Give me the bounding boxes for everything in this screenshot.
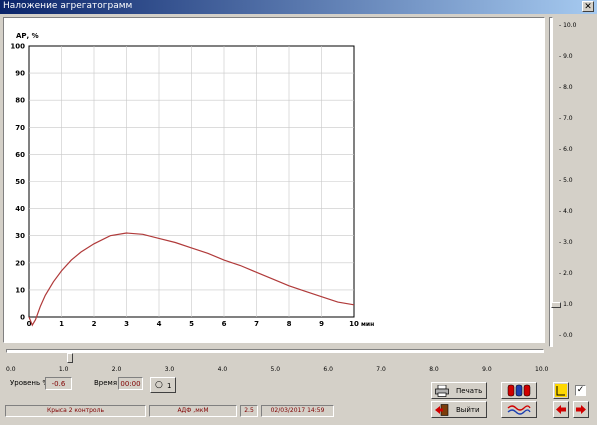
vertical-scale: - 10.0 - 9.0 - 8.0 - 7.0 - 6.0 - 5.0 - 4.0 - 3.… [549, 17, 595, 347]
y-tick-label: 30 [15, 232, 25, 240]
level-label: Уровень % [10, 379, 50, 387]
x-tick-label: 2 [92, 320, 97, 328]
x-axis-label: мин [361, 321, 374, 328]
y-axis-label: АР, % [16, 32, 39, 40]
y-tick-label: 100 [10, 43, 25, 51]
arrow-left-icon [556, 405, 566, 414]
horizontal-scale: 0.0 1.0 2.0 3.0 4.0 5.0 6.0 7.0 8.0 9.0 10.0 [0, 366, 597, 376]
vertical-scale-tick: - 2.0 [559, 270, 573, 277]
horizontal-scale-tick: 1.0 [58, 366, 69, 373]
vertical-scale-tick: - 6.0 [559, 146, 573, 153]
y-tick-label: 70 [15, 124, 25, 132]
horizontal-scale-tick: 5.0 [270, 366, 281, 373]
y-tick-label: 50 [15, 178, 25, 186]
status-reagent: АДФ ,мкМ [149, 405, 237, 417]
horizontal-scale-tick: 2.0 [111, 366, 122, 373]
vertical-scale-tick: - 7.0 [559, 115, 573, 122]
counter-label: 1 [167, 382, 172, 390]
waves-button[interactable] [501, 401, 537, 418]
x-tick-label: 7 [254, 320, 259, 328]
vertical-scale-tick: - 9.0 [559, 53, 573, 60]
status-subject: Крыса 2 контроль [5, 405, 146, 417]
y-tick-label: 60 [15, 151, 25, 159]
window-title: Наложение агрегатограмм [3, 1, 133, 11]
next-button[interactable] [573, 401, 589, 418]
marker-button[interactable] [553, 382, 569, 399]
options-checkbox[interactable]: ✓ [575, 385, 586, 396]
vertical-scale-tick: - 3.0 [559, 239, 573, 246]
vertical-scale-tick: - 5.0 [559, 177, 573, 184]
level-value: -0.6 [45, 377, 72, 390]
arrow-right-icon [576, 405, 586, 414]
vertical-scale-tick: - 8.0 [559, 84, 573, 91]
horizontal-scale-tick: 9.0 [482, 366, 492, 373]
vertical-scale-tick: - 4.0 [559, 208, 573, 215]
y-tick-label: 0 [20, 314, 25, 322]
horizontal-scale-tick: 10.0 [535, 366, 549, 373]
horizontal-scale-tick: 6.0 [323, 366, 333, 373]
horizontal-scale-tick: 8.0 [429, 366, 439, 373]
test-tubes-icon [507, 384, 531, 397]
counter-button[interactable]: ○ 1 [150, 377, 176, 393]
y-tick-label: 80 [15, 97, 25, 105]
y-tick-label: 20 [15, 259, 25, 267]
test-tubes-button[interactable] [501, 382, 537, 399]
horizontal-slider-thumb[interactable] [67, 353, 74, 363]
horizontal-scale-tick: 4.0 [217, 366, 228, 373]
vertical-scale-tick: - 10.0 [559, 22, 577, 29]
vertical-scale-track[interactable] [549, 17, 553, 347]
printer-icon [435, 385, 449, 397]
horizontal-scale-tick: 7.0 [376, 366, 386, 373]
waves-icon [507, 405, 531, 415]
close-button[interactable]: ✕ [582, 1, 594, 12]
plot-panel: АР, % мин 0 1 2 3 4 5 6 7 8 9 10 0 10 20 30 40 50 60 70 80 9… [3, 17, 545, 343]
x-tick-label: 1 [59, 320, 64, 328]
y-tick-label: 10 [15, 286, 25, 294]
status-dose: 2.5 [240, 405, 258, 417]
exit-label: Выйти [456, 406, 480, 414]
horizontal-scale-tick: 0.0 [6, 366, 16, 373]
x-tick-label: 10 [349, 320, 359, 328]
x-tick-label: 5 [189, 320, 194, 328]
title-bar[interactable]: Наложение агрегатограмм ✕ [0, 0, 597, 14]
print-button[interactable]: Печать [431, 382, 487, 399]
x-tick-label: 3 [124, 320, 129, 328]
y-tick-label: 40 [15, 205, 25, 213]
x-tick-label: 9 [319, 320, 324, 328]
print-label: Печать [456, 387, 483, 395]
marker-icon [555, 384, 567, 397]
y-tick-label: 90 [15, 70, 25, 78]
time-label: Время [94, 379, 118, 387]
circle-icon: ○ [155, 380, 163, 390]
status-datetime: 02/03/2017 14:59 [261, 405, 334, 417]
horizontal-scale-tick: 3.0 [164, 366, 175, 373]
horizontal-scale-track[interactable] [6, 349, 544, 353]
exit-door-icon [435, 404, 449, 416]
vertical-scale-tick: - 0.0 [559, 332, 573, 339]
x-tick-label: 8 [287, 320, 292, 328]
app-window: Наложение агрегатограмм ✕ АР, % мин 0 1 2 3… [0, 0, 597, 425]
x-tick-label: 6 [222, 320, 227, 328]
previous-button[interactable] [553, 401, 569, 418]
x-tick-label: 4 [157, 320, 162, 328]
vertical-scale-tick: - 1.0 [559, 301, 573, 308]
exit-button[interactable]: Выйти [431, 401, 487, 418]
vertical-slider-thumb[interactable] [551, 302, 561, 308]
time-value: 00:00 [118, 377, 143, 390]
aggregation-chart: АР, % мин 0 1 2 3 4 5 6 7 8 9 100 10 20 30 40 50 60 70 80 9… [10, 32, 374, 328]
